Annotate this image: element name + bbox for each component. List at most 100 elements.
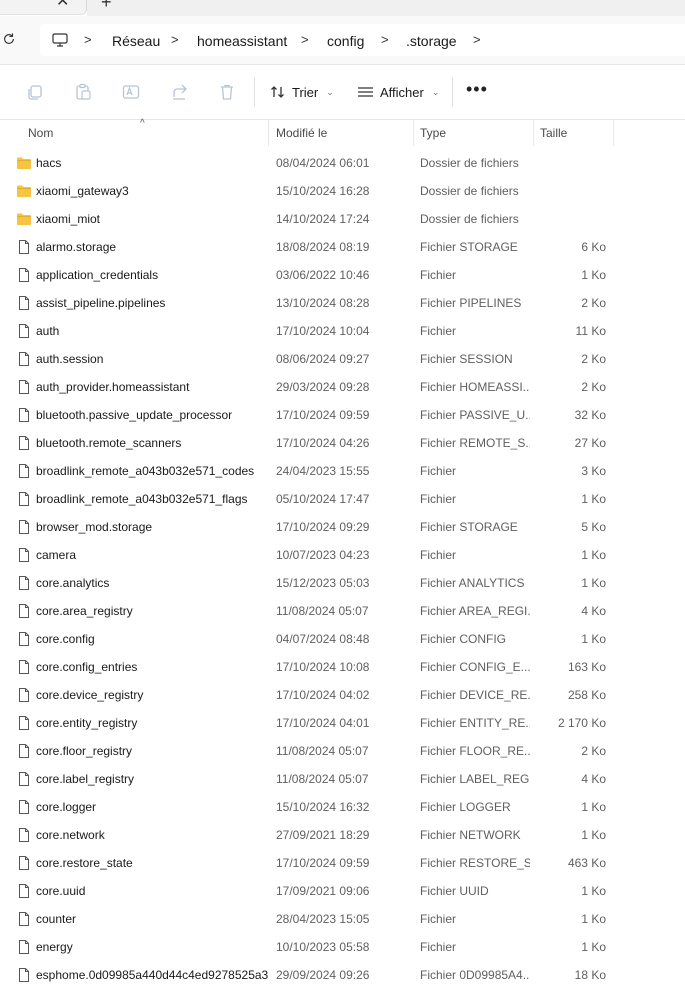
column-size[interactable]: Taille: [540, 126, 567, 140]
file-row[interactable]: bluetooth.remote_scanners 17/10/2024 04:2…: [0, 429, 685, 457]
file-name: auth.session: [36, 352, 104, 366]
refresh-icon[interactable]: [2, 32, 16, 46]
file-name: core.network: [36, 828, 105, 842]
column-type[interactable]: Type: [420, 126, 446, 140]
file-icon: [19, 324, 29, 338]
file-modified: 24/04/2023 15:55: [276, 464, 370, 478]
file-icon: [19, 296, 29, 310]
file-row[interactable]: camera 10/07/2023 04:23 Fichier 1 Ko: [0, 541, 685, 569]
file-modified: 17/10/2024 09:59: [276, 856, 370, 870]
file-name: bluetooth.remote_scanners: [36, 436, 182, 450]
column-modified[interactable]: Modifié le: [276, 126, 327, 140]
chevron-right-icon[interactable]: >: [381, 32, 389, 47]
file-icon: [19, 660, 29, 674]
file-row[interactable]: core.logger 15/10/2024 16:32 Fichier LOGGE…: [0, 793, 685, 821]
file-size: 1 Ko: [581, 940, 606, 954]
file-row[interactable]: assist_pipeline.pipelines 13/10/2024 08:2…: [0, 289, 685, 317]
file-size: 2 170 Ko: [557, 716, 606, 730]
chevron-right-icon[interactable]: >: [84, 32, 92, 47]
file-name: assist_pipeline.pipelines: [36, 296, 166, 310]
column-divider[interactable]: [268, 120, 269, 146]
file-row[interactable]: core.config 04/07/2024 08:48 Fichier CONFI…: [0, 625, 685, 653]
paste-icon[interactable]: [74, 83, 92, 101]
column-divider[interactable]: [613, 120, 614, 146]
file-size: 1 Ko: [581, 800, 606, 814]
sort-button[interactable]: Trier ⌄: [270, 81, 334, 103]
breadcrumb-network[interactable]: Réseau: [112, 33, 160, 49]
close-tab-icon[interactable]: ✕: [56, 0, 69, 10]
file-row[interactable]: broadlink_remote_a043b032e571_codes 24/04…: [0, 457, 685, 485]
file-row[interactable]: energy 10/10/2023 05:58 Fichier 1 Ko: [0, 933, 685, 961]
file-row[interactable]: core.uuid 17/09/2021 09:06 Fichier UUID 1 K…: [0, 877, 685, 905]
file-row[interactable]: hacs 08/04/2024 06:01 Dossier de fichiers: [0, 149, 685, 177]
column-divider[interactable]: [533, 120, 534, 146]
file-icon: [19, 240, 29, 254]
file-modified: 29/09/2024 09:26: [276, 968, 370, 982]
file-row[interactable]: application_credentials 03/06/2022 10:46 F…: [0, 261, 685, 289]
monitor-icon[interactable]: [52, 33, 68, 47]
file-row[interactable]: core.area_registry 11/08/2024 05:07 Fichie…: [0, 597, 685, 625]
chevron-right-icon[interactable]: >: [301, 32, 309, 47]
file-modified: 08/04/2024 06:01: [276, 156, 370, 170]
address-row: > Réseau > homeassistant > config > .sto…: [0, 16, 685, 65]
file-modified: 17/09/2021 09:06: [276, 884, 370, 898]
file-row[interactable]: core.floor_registry 11/08/2024 05:07 Fichi…: [0, 737, 685, 765]
delete-icon[interactable]: [218, 83, 236, 101]
chevron-right-icon[interactable]: >: [473, 32, 481, 47]
copy-icon[interactable]: [26, 83, 44, 101]
file-row[interactable]: core.device_registry 17/10/2024 04:02 Fich…: [0, 681, 685, 709]
more-options-button[interactable]: •••: [466, 79, 488, 100]
file-row[interactable]: core.entity_registry 17/10/2024 04:01 Fich…: [0, 709, 685, 737]
file-size: 11 Ko: [575, 324, 606, 338]
new-tab-icon[interactable]: +: [101, 0, 112, 11]
chevron-right-icon[interactable]: >: [171, 32, 179, 47]
file-modified: 05/10/2024 17:47: [276, 492, 370, 506]
file-name: counter: [36, 912, 77, 926]
file-row[interactable]: esphome.0d09985a440d44c4ed9278525a3... 29…: [0, 961, 685, 989]
file-row[interactable]: core.network 27/09/2021 18:29 Fichier NETW…: [0, 821, 685, 849]
file-row[interactable]: core.restore_state 17/10/2024 09:59 Fichie…: [0, 849, 685, 877]
file-row[interactable]: core.config_entries 17/10/2024 10:08 Fichi…: [0, 653, 685, 681]
file-type: Fichier: [420, 268, 457, 282]
file-row[interactable]: bluetooth.passive_update_processor 17/10/…: [0, 401, 685, 429]
file-size: 2 Ko: [581, 296, 606, 310]
file-row[interactable]: browser_mod.storage 17/10/2024 09:29 Fichi…: [0, 513, 685, 541]
file-row[interactable]: core.analytics 15/12/2023 05:03 Fichier AN…: [0, 569, 685, 597]
file-icon: [19, 968, 29, 982]
view-button[interactable]: Afficher ⌄: [357, 81, 439, 103]
file-name: core.config_entries: [36, 660, 138, 674]
file-row[interactable]: alarmo.storage 18/08/2024 08:19 Fichier ST…: [0, 233, 685, 261]
active-tab[interactable]: ✕: [0, 0, 87, 15]
file-name: core.floor_registry: [36, 744, 133, 758]
column-divider[interactable]: [413, 120, 414, 146]
file-type: Fichier AREA_REGI...: [420, 604, 530, 618]
file-type: Fichier SESSION: [420, 352, 513, 366]
file-size: 4 Ko: [581, 604, 606, 618]
file-icon: [19, 632, 29, 646]
file-row[interactable]: auth_provider.homeassistant 29/03/2024 09…: [0, 373, 685, 401]
file-type: Fichier UUID: [420, 884, 489, 898]
file-type: Fichier REMOTE_S...: [420, 436, 530, 450]
file-row[interactable]: broadlink_remote_a043b032e571_flags 05/10…: [0, 485, 685, 513]
file-type: Dossier de fichiers: [420, 184, 519, 198]
file-row[interactable]: core.label_registry 11/08/2024 05:07 Fichi…: [0, 765, 685, 793]
breadcrumb-storage[interactable]: .storage: [406, 33, 457, 49]
file-modified: 11/08/2024 05:07: [276, 604, 369, 618]
file-modified: 18/08/2024 08:19: [276, 240, 370, 254]
column-name[interactable]: Nom: [28, 126, 53, 140]
file-icon: [19, 940, 29, 954]
file-row[interactable]: counter 28/04/2023 15:05 Fichier 1 Ko: [0, 905, 685, 933]
breadcrumb-config[interactable]: config: [327, 33, 364, 49]
breadcrumb-homeassistant[interactable]: homeassistant: [197, 33, 287, 49]
file-type: Fichier: [420, 324, 457, 338]
file-type: Fichier PASSIVE_U...: [420, 408, 530, 422]
file-icon: [19, 604, 29, 618]
file-type: Fichier PIPELINES: [420, 296, 522, 310]
address-bar[interactable]: > Réseau > homeassistant > config > .sto…: [40, 24, 685, 56]
share-icon[interactable]: [171, 83, 189, 101]
rename-icon[interactable]: [122, 83, 140, 101]
file-row[interactable]: auth 17/10/2024 10:04 Fichier 11 Ko: [0, 317, 685, 345]
file-row[interactable]: auth.session 08/06/2024 09:27 Fichier SESS…: [0, 345, 685, 373]
file-row[interactable]: xiaomi_gateway3 15/10/2024 16:28 Dossier d…: [0, 177, 685, 205]
file-row[interactable]: xiaomi_miot 14/10/2024 17:24 Dossier de fi…: [0, 205, 685, 233]
